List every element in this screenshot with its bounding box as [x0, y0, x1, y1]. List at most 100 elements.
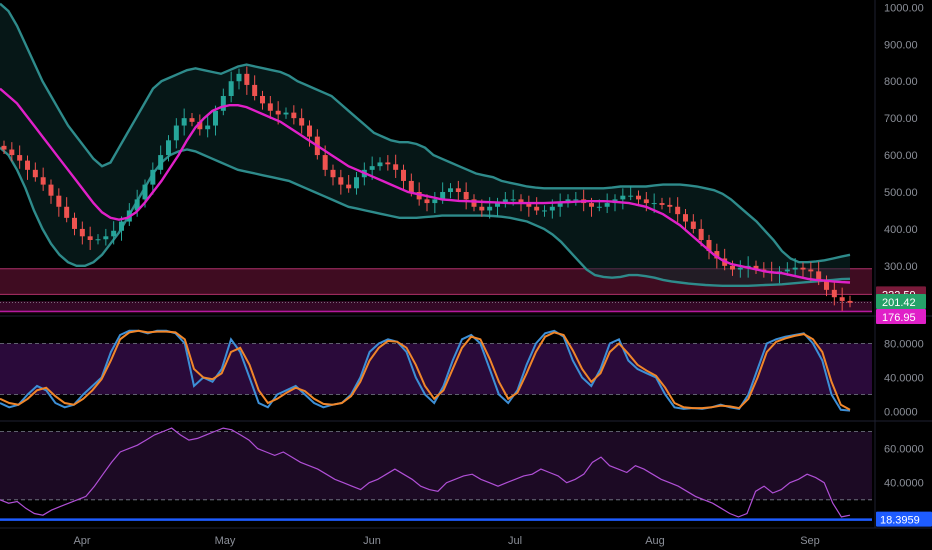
- stoch-tick-label: 80.0000: [884, 339, 924, 351]
- candle-body: [737, 267, 743, 270]
- candle-body: [510, 199, 516, 201]
- candle-body: [800, 267, 806, 270]
- candle-body: [643, 199, 649, 204]
- candle-body: [604, 203, 610, 207]
- rsi-band: [0, 431, 872, 500]
- candle-body: [40, 177, 46, 185]
- candle-body: [72, 217, 77, 229]
- x-axis-label: May: [215, 535, 236, 547]
- candle-body: [103, 236, 109, 240]
- candle-body: [291, 112, 297, 119]
- candle-body: [831, 289, 837, 298]
- price-badge-label: 201.42: [882, 297, 916, 309]
- x-axis-label: Apr: [73, 535, 90, 547]
- candle-body: [330, 169, 336, 178]
- candle-body: [111, 230, 117, 237]
- candle-body: [346, 184, 352, 189]
- candle-body: [557, 203, 563, 207]
- candle-body: [784, 269, 790, 272]
- candle-body: [589, 203, 594, 207]
- candle-body: [17, 155, 23, 161]
- candle-body: [659, 203, 665, 205]
- candle-body: [166, 140, 171, 156]
- candle-body: [730, 265, 735, 270]
- candle-body: [549, 206, 555, 211]
- candle-body: [369, 166, 375, 170]
- candle-body: [173, 125, 179, 141]
- candle-body: [573, 199, 579, 201]
- candle-body: [322, 155, 328, 170]
- candle-body: [534, 206, 540, 211]
- candle-body: [847, 300, 853, 303]
- chart-canvas[interactable]: 1000.00 900.00 800.00 700.00 600.00 500.00 400…: [0, 0, 932, 550]
- x-axis-label: Jun: [363, 535, 381, 547]
- candle-body: [808, 269, 814, 272]
- candle-body: [479, 206, 485, 211]
- candle-body: [377, 162, 383, 167]
- rsi-tick-label: 60.0000: [884, 444, 924, 456]
- x-axis-label: Jul: [508, 535, 522, 547]
- price-tick-label: 800.00: [884, 76, 918, 88]
- candle-body: [142, 184, 148, 200]
- candle-body: [698, 228, 704, 240]
- candle-body: [307, 125, 312, 137]
- price-tick-label: 600.00: [884, 150, 918, 162]
- candle-body: [839, 297, 845, 301]
- candle-body: [220, 96, 226, 111]
- rsi-tick-label: 40.0000: [884, 478, 924, 490]
- candle-body: [252, 84, 258, 96]
- candle-body: [79, 228, 85, 237]
- rsi-badge-label: 18.3959: [880, 515, 920, 527]
- candle-body: [48, 184, 54, 196]
- price-tick-label: 700.00: [884, 113, 918, 125]
- price-tick-label: 300.00: [884, 261, 918, 273]
- candle-body: [119, 221, 124, 231]
- candle-body: [244, 73, 250, 85]
- candle-body: [354, 177, 359, 189]
- candle-body: [236, 73, 242, 82]
- candle-body: [463, 192, 469, 200]
- stoch-band: [0, 343, 872, 395]
- candle-body: [1, 145, 7, 150]
- candle-body: [432, 199, 438, 204]
- candle-body: [299, 118, 305, 126]
- candle-body: [275, 110, 281, 115]
- candle-body: [675, 206, 681, 215]
- candle-body: [408, 180, 414, 192]
- candle-body: [393, 164, 399, 170]
- candle-body: [628, 195, 634, 197]
- price-tick-label: 500.00: [884, 187, 918, 199]
- candle-body: [667, 204, 673, 207]
- price-tick-label: 900.00: [884, 39, 918, 51]
- candle-body: [181, 118, 187, 126]
- candle-body: [64, 206, 70, 218]
- candle-body: [283, 112, 289, 115]
- stoch-tick-label: 0.0000: [884, 407, 918, 419]
- candle-body: [228, 81, 234, 96]
- candle-body: [424, 199, 430, 204]
- x-axis-label: Aug: [645, 535, 665, 547]
- x-axis-label: Sep: [800, 535, 820, 547]
- candle-body: [401, 169, 406, 181]
- candle-body: [95, 239, 101, 241]
- candle-body: [213, 110, 218, 126]
- price-badge-label: 176.95: [882, 312, 916, 324]
- candle-body: [651, 203, 657, 205]
- candle-body: [636, 195, 641, 200]
- candle-body: [338, 177, 344, 185]
- candle-body: [448, 188, 453, 192]
- stoch-tick-label: 40.0000: [884, 373, 924, 385]
- candle-body: [385, 162, 391, 165]
- bollinger-fill: [0, 3, 850, 286]
- candle-body: [487, 206, 493, 211]
- candle-body: [455, 188, 461, 192]
- candle-body: [792, 267, 798, 270]
- candle-body: [87, 236, 93, 240]
- candle-body: [25, 160, 30, 170]
- price-tick-label: 1000.00: [884, 2, 924, 14]
- candle-body: [9, 149, 15, 156]
- candle-body: [620, 195, 626, 200]
- candle-body: [683, 214, 688, 222]
- candle-body: [189, 118, 195, 122]
- candle-body: [205, 125, 211, 130]
